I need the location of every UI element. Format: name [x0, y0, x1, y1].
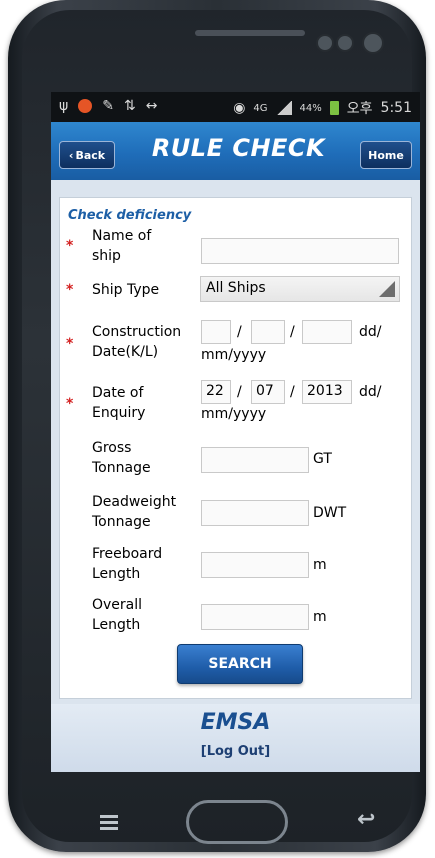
back-key-icon[interactable]: ↩ — [357, 807, 375, 832]
proximity-sensor — [316, 34, 334, 52]
earpiece-speaker — [195, 30, 305, 36]
label-line: ship — [92, 248, 121, 264]
search-button[interactable]: SEARCH — [177, 644, 303, 684]
signal-icon — [275, 101, 292, 115]
freeboard-length-label: Freeboard Length — [92, 544, 162, 584]
front-camera — [362, 32, 384, 54]
date-separator: / — [290, 324, 295, 340]
network-label: 4G — [253, 102, 268, 114]
construction-year-input[interactable] — [302, 320, 352, 344]
ship-type-select[interactable]: All Ships — [200, 276, 400, 302]
label-line: Overall — [92, 597, 143, 613]
overall-length-input[interactable] — [201, 604, 309, 630]
back-button[interactable]: ‹ Back — [59, 141, 115, 169]
freeboard-length-input[interactable] — [201, 552, 309, 578]
name-of-ship-label: Name of ship — [92, 226, 151, 266]
label-line: Length — [92, 617, 141, 633]
label-line: Deadweight — [92, 494, 177, 510]
date-separator: / — [237, 324, 242, 340]
date-format-hint: dd/ — [359, 324, 382, 340]
clock: 5:51 — [380, 100, 412, 116]
label-line: Freeboard — [92, 546, 163, 562]
construction-date-label: Construction Date(K/L) — [92, 322, 181, 362]
deficiency-form: Check deficiency * Name of ship * Ship T… — [60, 198, 411, 634]
tool-icon: ✎ — [102, 98, 114, 114]
enquiry-day-input[interactable]: 22 — [201, 380, 231, 404]
app-notify-icon — [78, 99, 93, 113]
page-title: RULE CHECK — [151, 134, 326, 162]
required-marker: * — [66, 282, 74, 298]
title-bar: ‹ Back RULE CHECK Home — [51, 122, 420, 180]
dropdown-arrow-icon — [379, 281, 395, 297]
label-line: Length — [92, 566, 141, 582]
time-prefix: 오후 — [346, 101, 373, 117]
sync-icon: ⇅ — [123, 98, 136, 114]
screen: ψ ✎ ⇅ ↔ ◉ 4G 44% 오후 5:51 ‹ Back RULE CHE… — [51, 92, 420, 772]
label-line: Construction — [92, 324, 182, 340]
date-of-enquiry-label: Date of Enquiry — [92, 383, 145, 423]
battery-percent: 44% — [299, 102, 322, 114]
label-line: Gross — [92, 440, 132, 456]
label-line: Tonnage — [92, 460, 151, 476]
battery-icon — [329, 101, 339, 115]
construction-month-input[interactable] — [251, 320, 285, 344]
gross-tonnage-unit: GT — [313, 451, 332, 467]
label-line: Name of — [92, 228, 152, 244]
deadweight-tonnage-unit: DWT — [313, 505, 347, 521]
required-marker: * — [66, 336, 74, 352]
deadweight-tonnage-label: Deadweight Tonnage — [92, 492, 176, 532]
date-format-hint: dd/ — [359, 384, 382, 400]
chevron-left-icon: ‹ — [68, 148, 74, 162]
date-separator: / — [237, 384, 242, 400]
ship-type-value: All Ships — [206, 280, 266, 296]
arrows-icon: ↔ — [145, 98, 158, 114]
gross-tonnage-label: Gross Tonnage — [92, 438, 151, 478]
home-button[interactable]: Home — [360, 141, 412, 169]
enquiry-month-input[interactable]: 07 — [251, 380, 285, 404]
date-separator: / — [290, 384, 295, 400]
freeboard-length-unit: m — [313, 557, 327, 573]
status-bar: ψ ✎ ⇅ ↔ ◉ 4G 44% 오후 5:51 — [51, 92, 420, 122]
menu-key-icon[interactable] — [100, 815, 118, 830]
brand-logo-text: EMSA — [200, 710, 271, 735]
ship-name-input[interactable] — [201, 238, 399, 264]
footer: EMSA [Log Out] — [51, 704, 420, 772]
overall-length-label: Overall Length — [92, 595, 142, 634]
light-sensor — [336, 34, 354, 52]
construction-day-input[interactable] — [201, 320, 231, 344]
enquiry-year-input[interactable]: 2013 — [302, 380, 352, 404]
date-format-hint: mm/yyyy — [201, 347, 267, 363]
logout-link[interactable]: [Log Out] — [51, 744, 420, 759]
usb-icon: ψ — [59, 98, 69, 114]
label-line: Date of — [92, 385, 144, 401]
label-line: Enquiry — [92, 405, 146, 421]
date-format-hint: mm/yyyy — [201, 406, 267, 422]
form-panel: Check deficiency * Name of ship * Ship T… — [59, 197, 412, 699]
label-line: Tonnage — [92, 514, 151, 530]
eye-icon: ◉ — [233, 100, 246, 116]
label-line: Date(K/L) — [92, 344, 159, 360]
overall-length-unit: m — [313, 609, 327, 625]
back-button-label: Back — [75, 148, 106, 162]
required-marker: * — [66, 238, 74, 254]
section-title: Check deficiency — [68, 208, 192, 223]
ship-type-label: Ship Type — [92, 282, 160, 298]
deadweight-tonnage-input[interactable] — [201, 500, 309, 526]
required-marker: * — [66, 396, 74, 412]
home-key[interactable] — [186, 800, 288, 844]
gross-tonnage-input[interactable] — [201, 447, 309, 473]
